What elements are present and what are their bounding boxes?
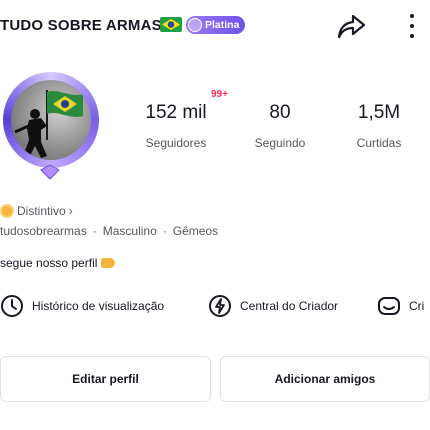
soldier-flag-silhouette-icon xyxy=(14,90,83,158)
profile-meta: tudosobrearmas · Masculino · Gêmeos xyxy=(0,224,218,238)
profile-sign: Gêmeos xyxy=(172,224,219,238)
edit-profile-button[interactable]: Editar perfil xyxy=(0,356,211,402)
tier-badge-label: Platina xyxy=(205,19,240,31)
separator-dot: · xyxy=(92,224,97,238)
create-button[interactable]: Cri xyxy=(377,293,424,319)
likes-count: 1,5M xyxy=(357,102,401,123)
create-icon xyxy=(378,297,400,315)
stat-followers[interactable]: 152 mil Seguidores xyxy=(140,102,212,150)
notification-badge[interactable]: 99+ xyxy=(208,88,231,101)
history-button[interactable]: Histórico de visualização xyxy=(0,293,164,319)
likes-label: Curtidas xyxy=(356,136,402,150)
separator-dot: · xyxy=(162,224,167,238)
distintivo-label: Distintivo xyxy=(17,204,66,218)
avatar-image xyxy=(11,80,91,160)
share-arrow-icon[interactable] xyxy=(334,10,368,42)
profile-gender: Masculino xyxy=(102,224,157,238)
history-label: Histórico de visualização xyxy=(32,299,165,313)
stat-likes[interactable]: 1,5M Curtidas xyxy=(346,102,412,150)
more-vertical-icon[interactable] xyxy=(400,10,424,42)
distintivo-link[interactable]: Distintivo › xyxy=(0,203,73,219)
avatar[interactable] xyxy=(0,68,108,180)
history-clock-icon xyxy=(1,295,23,317)
profile-handle: tudosobrearmas xyxy=(0,224,87,238)
platina-tier-badge[interactable]: Platina xyxy=(186,16,246,34)
creator-tools-row: Histórico de visualização Central do Cri… xyxy=(0,293,430,319)
pointing-hand-emoji-icon xyxy=(101,258,116,268)
frame-gem-icon xyxy=(40,164,60,180)
profile-bio: segue nosso perfil xyxy=(0,256,116,270)
creator-center-button[interactable]: Central do Criador xyxy=(208,293,338,319)
chevron-right-icon: › xyxy=(68,204,73,218)
lightning-icon xyxy=(209,295,231,317)
brazil-flag-icon xyxy=(160,17,182,32)
create-label: Cri xyxy=(409,299,425,313)
add-friends-button[interactable]: Adicionar amigos xyxy=(220,356,430,402)
tier-gem-icon xyxy=(188,18,202,32)
profile-header: TUDO SOBRE ARMAS Platina xyxy=(0,0,430,52)
bio-text: segue nosso perfil xyxy=(0,256,98,270)
badge-coin-icon xyxy=(0,204,14,218)
profile-title: TUDO SOBRE ARMAS xyxy=(0,17,162,34)
followers-count: 152 mil xyxy=(145,102,207,123)
following-count: 80 xyxy=(269,102,291,123)
stat-following[interactable]: 80 Seguindo xyxy=(244,102,316,150)
followers-label: Seguidores xyxy=(145,136,207,150)
following-label: Seguindo xyxy=(254,136,306,150)
creator-center-label: Central do Criador xyxy=(240,299,339,313)
